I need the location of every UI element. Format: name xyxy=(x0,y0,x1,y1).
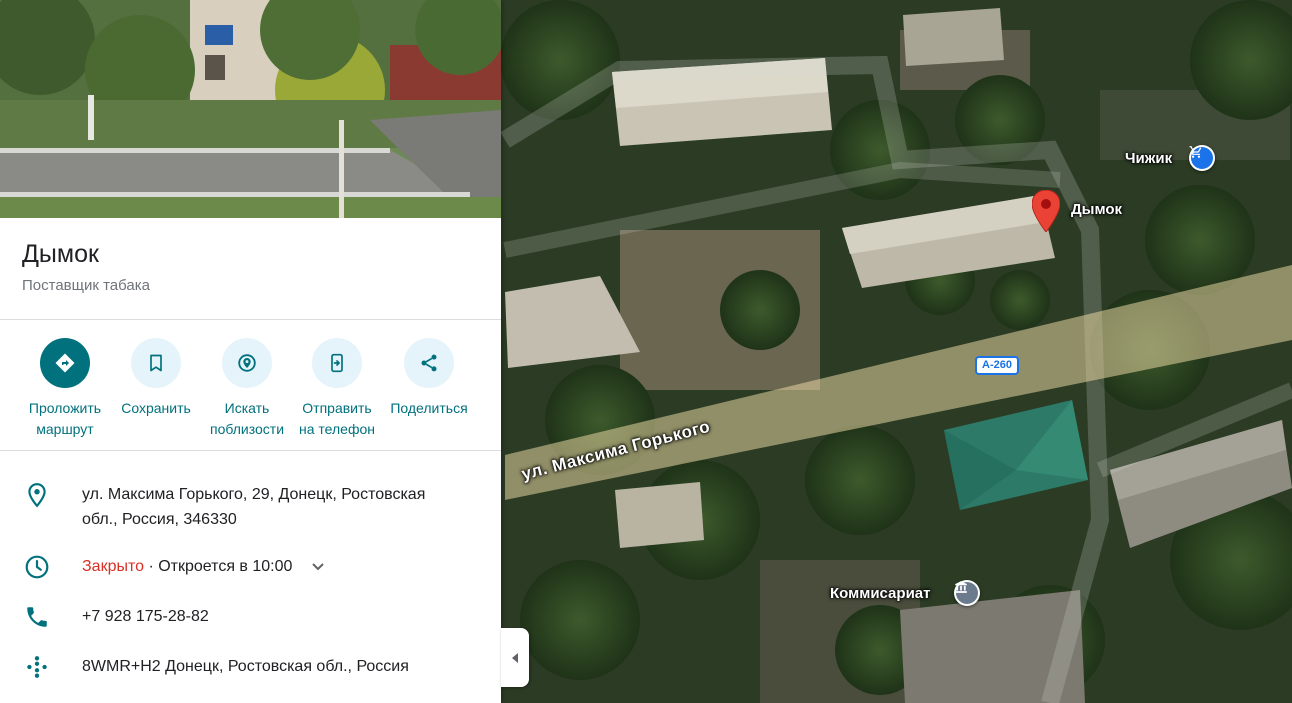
road-shield-a260[interactable]: А-260 xyxy=(975,356,1019,375)
send-to-phone-label-line1: Отправить xyxy=(302,400,372,416)
place-photo[interactable] xyxy=(0,0,501,218)
chevron-down-icon[interactable] xyxy=(311,562,325,572)
share-button[interactable]: Поделиться xyxy=(382,338,476,419)
location-pin-icon xyxy=(28,483,46,508)
place-category[interactable]: Поставщик табака xyxy=(22,277,150,294)
nearby-button[interactable]: Искать поблизости xyxy=(200,338,294,440)
collapse-panel-button[interactable] xyxy=(501,628,529,687)
collapse-arrow-icon xyxy=(512,652,518,663)
poi-label-chizhik[interactable]: Чижик xyxy=(1125,150,1172,167)
nearby-label-line2: поблизости xyxy=(209,421,285,437)
directions-icon xyxy=(55,353,75,373)
phone-number: +7 928 175-28-82 xyxy=(82,608,209,625)
divider xyxy=(0,450,501,451)
bookmark-icon xyxy=(150,354,162,372)
place-pin[interactable] xyxy=(1032,190,1060,232)
plus-code-icon xyxy=(27,656,47,678)
save-button[interactable]: Сохранить xyxy=(109,338,203,419)
poi-chizhik[interactable] xyxy=(1189,145,1215,171)
place-title: Дымок xyxy=(22,240,99,268)
address-line2: обл., Россия, 346330 xyxy=(82,511,237,528)
poi-commissariat[interactable] xyxy=(954,580,980,606)
save-label: Сохранить xyxy=(121,400,191,416)
share-icon xyxy=(421,354,437,372)
shopping-cart-icon xyxy=(1189,146,1202,158)
address-line1: ул. Максима Горького, 29, Донецк, Ростов… xyxy=(82,486,426,503)
pin-label[interactable]: Дымок xyxy=(1071,201,1122,218)
send-to-phone-label-line2: на телефон xyxy=(299,421,375,437)
nearby-icon xyxy=(238,354,256,372)
send-to-phone-icon xyxy=(331,353,343,373)
place-panel: Дымок Поставщик табака Проложить маршрут … xyxy=(0,0,501,703)
poi-label-commissariat[interactable]: Коммисариат xyxy=(830,585,930,602)
street-photo-image xyxy=(0,0,501,218)
divider xyxy=(0,319,501,320)
clock-icon xyxy=(25,555,49,579)
government-building-icon xyxy=(955,581,967,593)
directions-label-line1: Проложить xyxy=(28,400,102,416)
directions-label-line2: маршрут xyxy=(36,421,94,437)
phone-icon xyxy=(27,607,47,627)
share-label: Поделиться xyxy=(390,400,468,416)
send-to-phone-button[interactable]: Отправить на телефон xyxy=(290,338,384,440)
hours-next-open: · Откроется в 10:00 xyxy=(144,558,293,575)
plus-code: 8WMR+H2 Донецк, Ростовская обл., Россия xyxy=(82,658,409,675)
directions-button[interactable]: Проложить маршрут xyxy=(18,338,112,440)
hours-status: Закрыто xyxy=(82,558,145,575)
nearby-label-line1: Искать xyxy=(224,400,270,416)
map-pin-icon xyxy=(1032,190,1060,232)
